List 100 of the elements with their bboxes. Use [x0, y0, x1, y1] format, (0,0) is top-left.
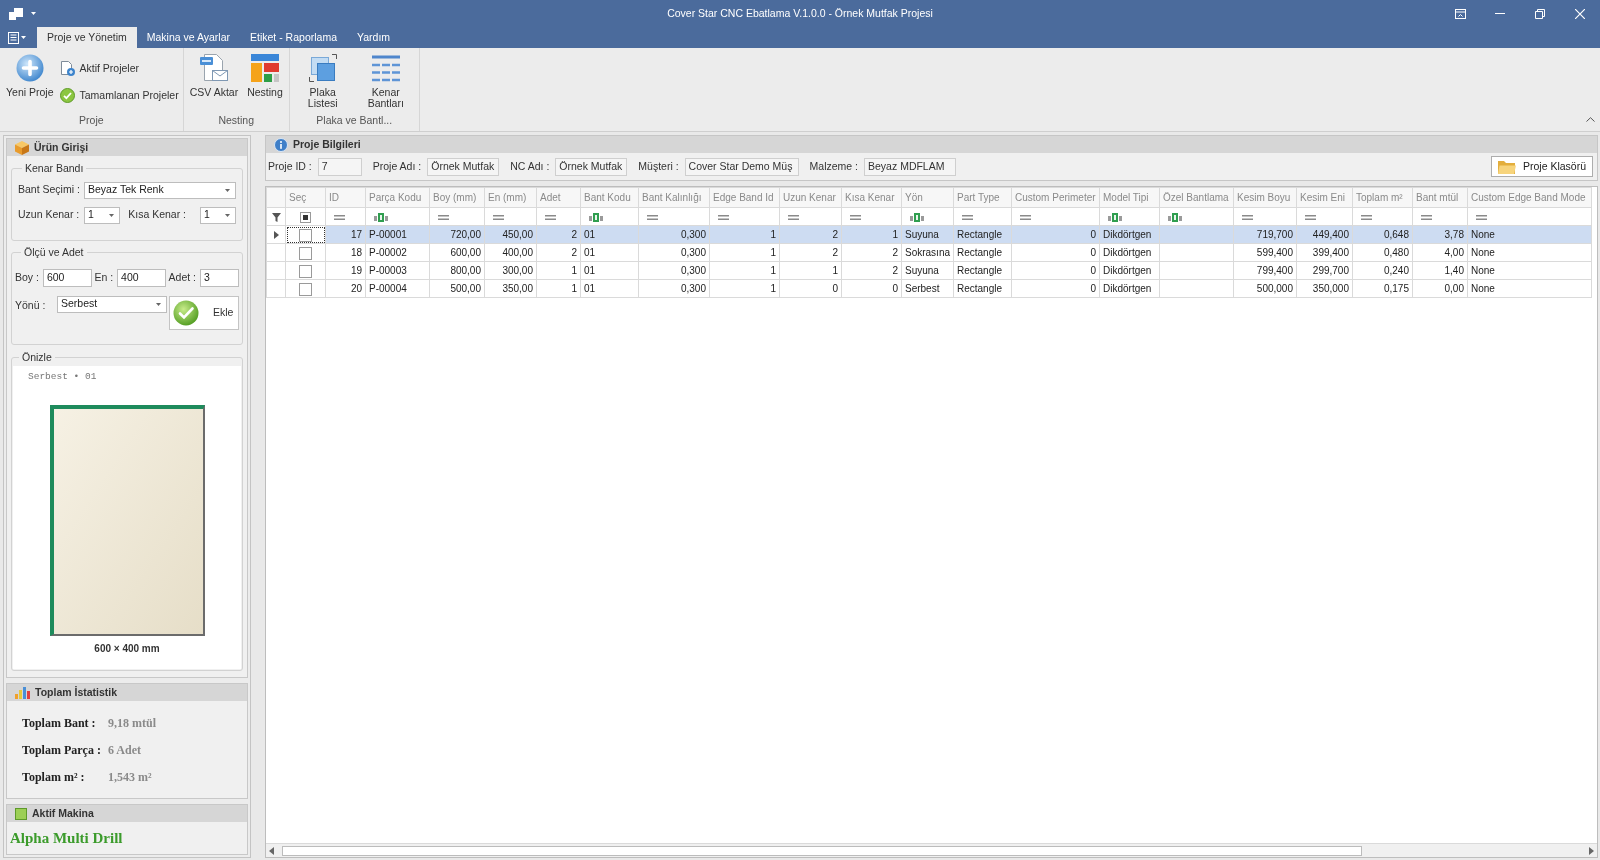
table-cell: P-00004 [365, 279, 430, 298]
ribbon-button[interactable]: Plaka Listesi [293, 54, 352, 109]
table-cell: 0 [1011, 243, 1100, 262]
equals-icon[interactable] [545, 214, 556, 220]
box-icon [15, 140, 29, 155]
table-cell: Dikdörtgen [1099, 225, 1160, 244]
table-cell: 4,00 [1412, 243, 1468, 262]
table-cell: None [1467, 261, 1592, 280]
input-field[interactable]: Beyaz MDFLAM [864, 157, 957, 176]
stat-value: 6 Adet [108, 741, 141, 759]
equals-icon[interactable] [647, 214, 658, 220]
text-filter-icon[interactable] [1168, 212, 1182, 222]
band-dropdown[interactable]: Beyaz Tek Renk [84, 181, 236, 199]
text-filter-icon[interactable] [1108, 212, 1122, 222]
table-cell: 720,00 [429, 225, 485, 244]
equals-icon[interactable] [334, 214, 345, 220]
equals-icon[interactable] [1305, 214, 1316, 220]
dashed-lines-icon [371, 54, 400, 82]
arrow-right-icon[interactable] [1589, 846, 1594, 855]
input-field[interactable]: 600 [42, 268, 92, 287]
scrollbar-thumb[interactable] [282, 845, 1362, 856]
equals-icon[interactable] [962, 214, 973, 220]
direction-dropdown[interactable]: Serbest [57, 295, 167, 313]
checkbox[interactable] [299, 264, 312, 278]
text-filter-icon[interactable] [374, 212, 388, 222]
table-cell: Suyuna [901, 225, 954, 244]
ribbon-button[interactable]: Tamamlanan Projeler [60, 88, 179, 103]
layout-blocks-icon [250, 54, 279, 82]
input-field[interactable]: Örnek Mutfak [427, 157, 500, 176]
restore-icon[interactable] [1535, 8, 1545, 19]
field-label: Adet : [168, 269, 196, 285]
checkbox[interactable] [299, 228, 312, 242]
table-cell: 1 [709, 225, 780, 244]
input-field[interactable]: 400 [117, 268, 167, 287]
arrow-left-icon[interactable] [269, 846, 274, 855]
text-filter-icon[interactable] [589, 212, 603, 222]
ribbon-button[interactable]: Kenar Bantları [356, 54, 415, 109]
app-icon[interactable] [9, 7, 23, 20]
ribbon-button[interactable]: Aktif Projeler [60, 61, 179, 76]
table-cell: 0,648 [1352, 225, 1413, 244]
ribbon-button[interactable]: Nesting [245, 54, 285, 98]
equals-icon[interactable] [850, 214, 861, 220]
checkbox[interactable] [299, 282, 312, 296]
table-cell: Rectangle [953, 279, 1012, 298]
equals-icon[interactable] [1421, 214, 1432, 220]
table-cell: 0,240 [1352, 261, 1413, 280]
equals-icon[interactable] [718, 214, 729, 220]
check-circle-icon [173, 299, 199, 326]
input-field[interactable]: Cover Star Demo Müş [684, 157, 799, 176]
close-icon[interactable] [1575, 8, 1585, 19]
table-cell: Dikdörtgen [1099, 261, 1160, 280]
horizontal-scrollbar[interactable] [266, 843, 1597, 857]
checkbox[interactable] [300, 211, 311, 223]
table-cell: 449,400 [1296, 225, 1353, 244]
equals-icon[interactable] [1020, 214, 1031, 220]
ribbon-button[interactable]: Yeni Proje [4, 54, 56, 98]
ribbon-display-options-icon[interactable] [1454, 8, 1466, 19]
table-cell: 0,480 [1352, 243, 1413, 262]
table-cell: 0,300 [638, 243, 710, 262]
filter-icon[interactable] [271, 212, 281, 222]
ribbon-group-label: Nesting [218, 113, 255, 128]
table-cell: 799,400 [1233, 261, 1297, 280]
ribbon-button[interactable]: CSV Aktar [187, 54, 241, 98]
ribbon-tab[interactable]: Makina ve Ayarlar [136, 27, 241, 48]
checkbox[interactable] [299, 246, 312, 260]
input-field[interactable]: 3 [200, 268, 239, 287]
stat-label: Toplam Bant : [22, 714, 97, 732]
table-cell: 450,00 [484, 225, 537, 244]
input-field[interactable]: Örnek Mutfak [555, 157, 628, 176]
equals-icon[interactable] [438, 214, 449, 220]
equals-icon[interactable] [1361, 214, 1372, 220]
table-cell: 300,00 [484, 261, 537, 280]
ribbon-tab[interactable]: Proje ve Yönetim [37, 27, 137, 48]
equals-icon[interactable] [788, 214, 799, 220]
table-cell: 350,00 [484, 279, 537, 298]
section-title: Ürün Girişi [34, 139, 89, 155]
table-cell: 18 [325, 243, 366, 262]
caret-icon[interactable] [31, 12, 36, 15]
short-edge-dropdown[interactable]: 1 [200, 206, 236, 224]
section-title: Proje Bilgileri [293, 136, 361, 152]
equals-icon[interactable] [493, 214, 504, 220]
equals-icon[interactable] [1476, 214, 1487, 220]
ribbon-tab[interactable]: Yardım [347, 27, 401, 48]
preview-size-label: 600 × 400 mm [94, 642, 160, 656]
text-filter-icon[interactable] [910, 212, 924, 222]
table-cell: 1 [709, 261, 780, 280]
table-cell: 0,00 [1412, 279, 1468, 298]
ribbon-group-label: Plaka ve Bantl... [316, 113, 393, 128]
section-title: Aktif Makina [32, 805, 94, 821]
table-cell: Serbest [901, 279, 954, 298]
long-edge-dropdown[interactable]: 1 [84, 206, 120, 224]
table-cell: 01 [580, 243, 639, 262]
table-cell: 600,00 [429, 243, 485, 262]
table-cell: 2 [841, 261, 902, 280]
equals-icon[interactable] [1242, 214, 1253, 220]
chevron-up-icon[interactable] [1586, 117, 1595, 122]
add-button[interactable]: Ekle [169, 295, 239, 330]
input-field[interactable]: 7 [317, 157, 362, 176]
ribbon-tab[interactable]: Etiket - Raporlama [240, 27, 347, 48]
folder-button[interactable]: Proje Klasörü [1490, 156, 1593, 177]
